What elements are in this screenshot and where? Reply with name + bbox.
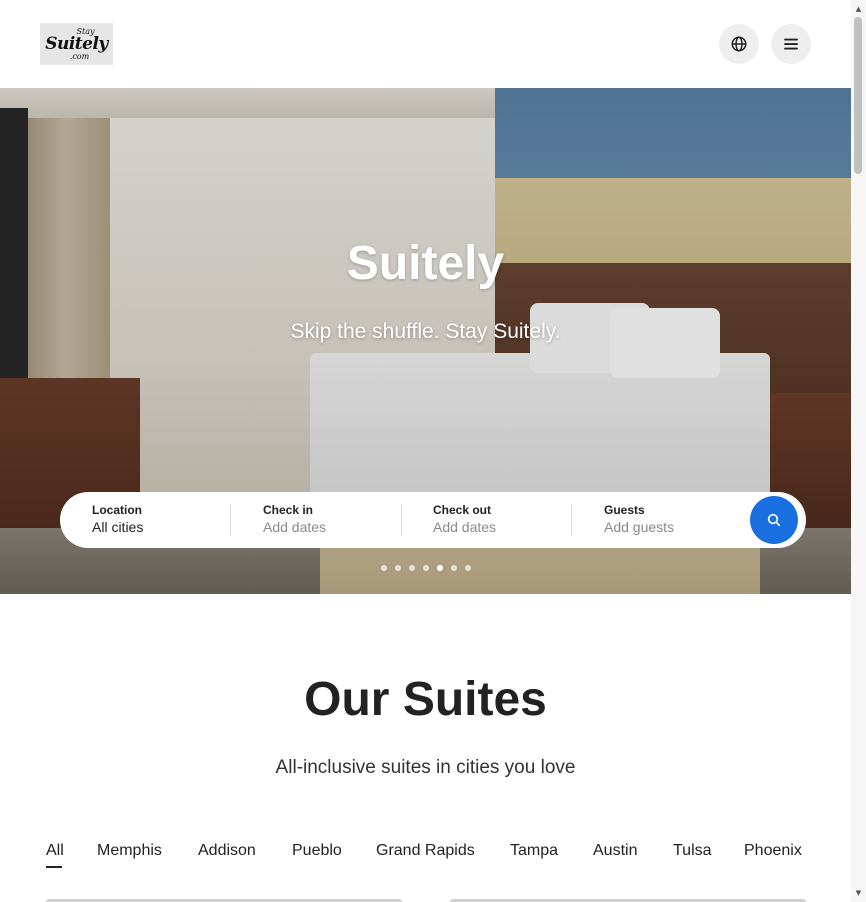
scroll-up-arrow-icon[interactable]: ▲ <box>851 2 866 16</box>
tab-memphis[interactable]: Memphis <box>97 842 162 860</box>
logo-line-2: Suitely <box>45 33 108 54</box>
scrollbar[interactable]: ▲ ▼ <box>851 0 866 902</box>
check-out-placeholder: Add dates <box>433 519 497 535</box>
check-out-label: Check out <box>433 503 492 517</box>
carousel-dot[interactable] <box>395 565 401 571</box>
site-header: Stay Suitely .com <box>0 0 851 88</box>
carousel-dot[interactable] <box>437 565 443 571</box>
divider <box>401 504 402 536</box>
search-button[interactable] <box>750 496 798 544</box>
tab-addison[interactable]: Addison <box>198 842 256 860</box>
divider <box>571 504 572 536</box>
search-icon <box>767 513 781 527</box>
tab-tulsa[interactable]: Tulsa <box>673 842 712 860</box>
logo-line-3: .com <box>69 51 90 61</box>
hamburger-menu-icon <box>784 38 798 50</box>
search-bar: Location All cities Check in Add dates C… <box>60 492 806 548</box>
guests-field[interactable]: Guests Add guests <box>604 492 744 548</box>
carousel-dot[interactable] <box>423 565 429 571</box>
menu-button[interactable] <box>771 24 811 64</box>
tab-phoenix[interactable]: Phoenix <box>744 842 802 860</box>
tab-grand-rapids[interactable]: Grand Rapids <box>376 842 475 860</box>
language-button[interactable] <box>719 24 759 64</box>
check-in-placeholder: Add dates <box>263 519 327 535</box>
guests-placeholder: Add guests <box>604 519 675 535</box>
tab-tampa[interactable]: Tampa <box>510 842 558 860</box>
tab-all[interactable]: All <box>46 842 64 860</box>
section-subtitle: All-inclusive suites in cities you love <box>275 757 576 778</box>
check-in-field[interactable]: Check in Add dates <box>263 492 403 548</box>
globe-icon <box>731 36 747 52</box>
page: Stay Suitely .com Suitely Skip the shuff… <box>0 0 851 902</box>
carousel-dot[interactable] <box>409 565 415 571</box>
tab-austin[interactable]: Austin <box>593 842 637 860</box>
hero-carousel: Suitely Skip the shuffle. Stay Suitely. … <box>0 88 851 594</box>
guests-label: Guests <box>604 503 645 517</box>
hero-subtitle: Skip the shuffle. Stay Suitely. <box>290 320 561 343</box>
scrollbar-thumb[interactable] <box>854 17 862 174</box>
scroll-down-arrow-icon[interactable]: ▼ <box>851 886 866 900</box>
location-value: All cities <box>92 519 144 535</box>
divider <box>230 504 231 536</box>
carousel-dot[interactable] <box>381 565 387 571</box>
hero-title: Suitely <box>346 237 505 290</box>
carousel-dots <box>381 565 471 571</box>
check-out-field[interactable]: Check out Add dates <box>433 492 573 548</box>
location-label: Location <box>92 503 142 517</box>
logo[interactable]: Stay Suitely .com <box>40 23 113 65</box>
section-title: Our Suites <box>304 673 547 726</box>
active-tab-indicator <box>46 866 62 868</box>
carousel-dot[interactable] <box>465 565 471 571</box>
carousel-dot[interactable] <box>451 565 457 571</box>
check-in-label: Check in <box>263 503 314 517</box>
tab-pueblo[interactable]: Pueblo <box>292 842 342 860</box>
location-field[interactable]: Location All cities <box>92 492 232 548</box>
